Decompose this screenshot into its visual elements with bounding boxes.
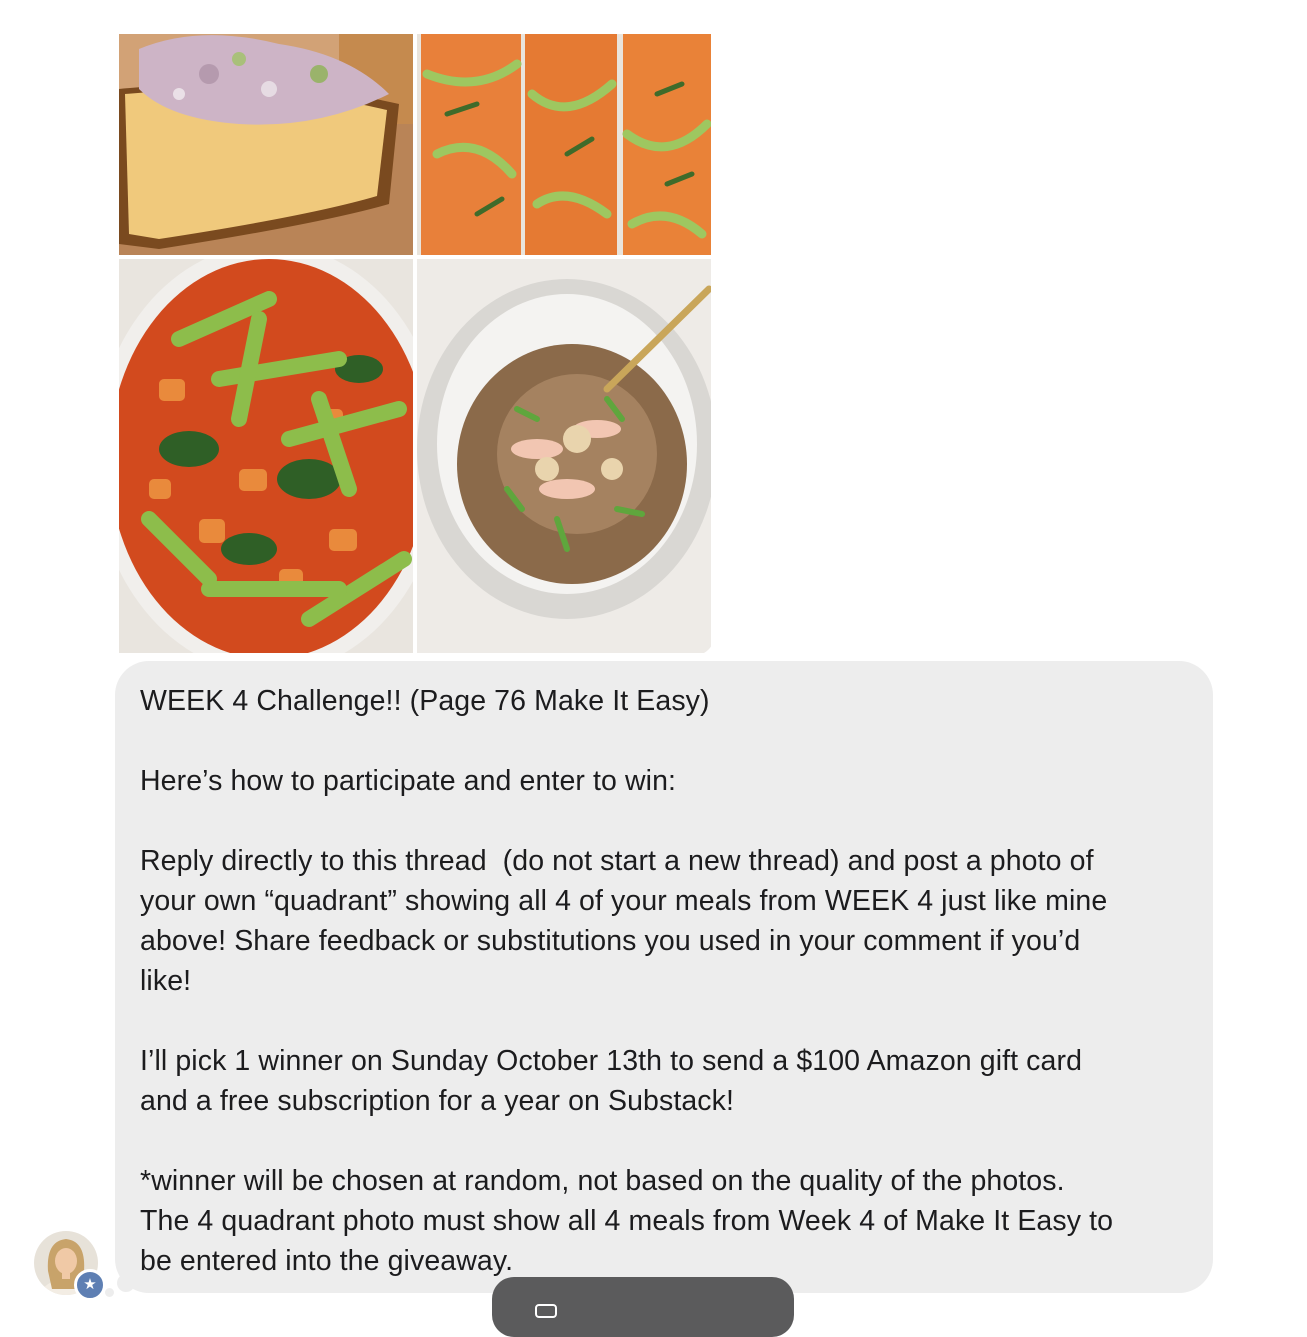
message-bubble: WEEK 4 Challenge!! (Page 76 Make It Easy…	[115, 661, 1213, 1293]
photo-quadrant[interactable]	[116, 32, 715, 656]
message-line: like!	[140, 965, 192, 997]
message-line: I’ll pick 1 winner on Sunday October 13t…	[140, 1045, 1083, 1077]
star-badge-icon: ★	[74, 1269, 106, 1301]
message-line: Reply directly to this thread (do not st…	[140, 845, 1094, 877]
message-line: be entered into the giveaway.	[140, 1245, 514, 1277]
bubble-tail-small	[105, 1288, 114, 1297]
message-line: *winner will be chosen at random, not ba…	[140, 1165, 1065, 1197]
compose-icon	[535, 1304, 557, 1318]
floating-action-button[interactable]	[492, 1277, 794, 1337]
message-line: Here’s how to participate and enter to w…	[140, 765, 677, 797]
message-line: The 4 quadrant photo must show all 4 mea…	[140, 1205, 1114, 1237]
message-line: and a free subscription for a year on Su…	[140, 1085, 735, 1117]
message-title: WEEK 4 Challenge!! (Page 76 Make It Easy…	[140, 685, 710, 717]
snap-pea-chicken-curry-photo[interactable]	[119, 259, 413, 653]
bubble-tail	[117, 1274, 135, 1292]
egg-roll-bowl-photo[interactable]	[417, 259, 711, 653]
message-line: your own “quadrant” showing all 4 of you…	[140, 885, 1108, 917]
crusted-salmon-photo[interactable]	[417, 34, 711, 255]
message-line: above! Share feedback or substitutions y…	[140, 925, 1081, 957]
chicken-salad-toast-photo[interactable]	[119, 34, 413, 255]
